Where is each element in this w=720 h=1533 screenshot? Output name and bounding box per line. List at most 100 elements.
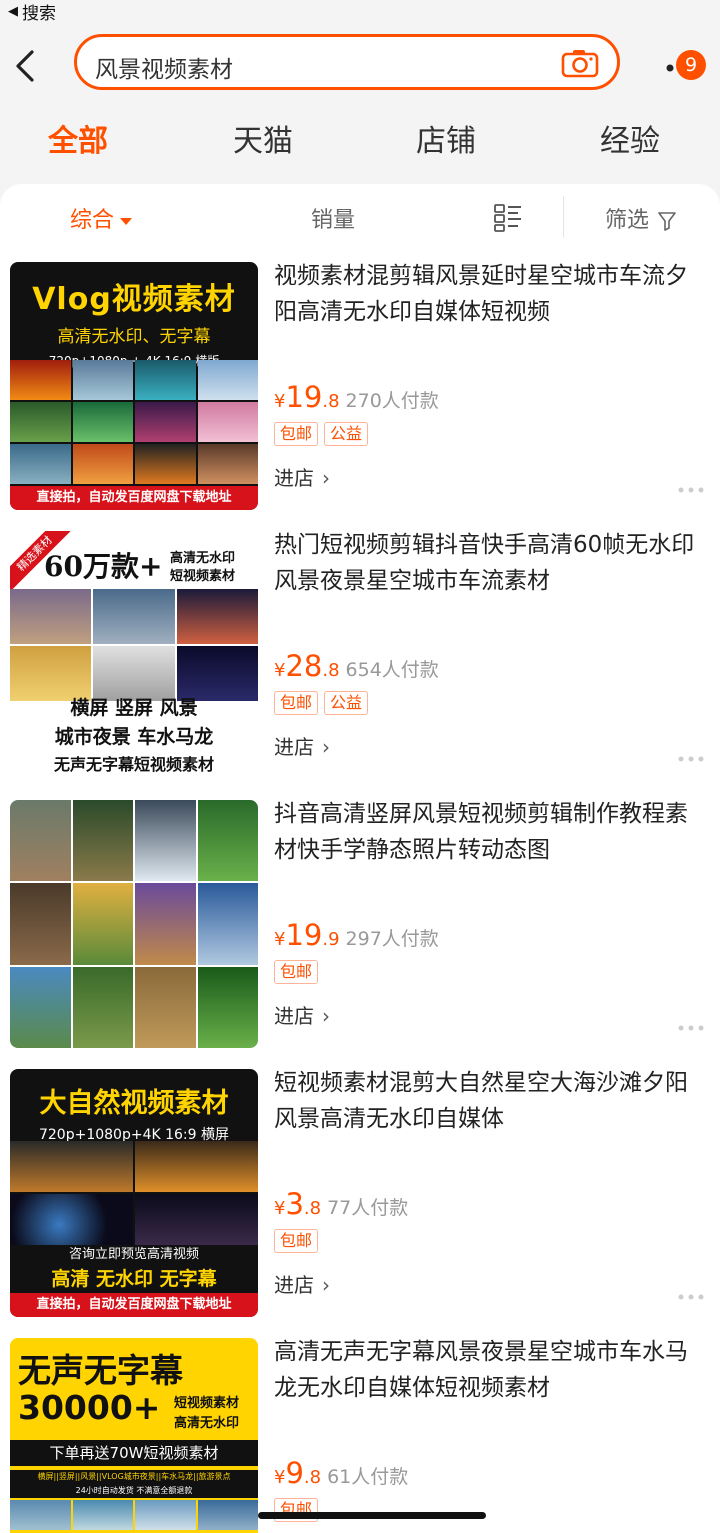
product-card[interactable]: 精选素材 60万款+ 高清无水印 短视频素材 横屏 竖屏 风景 城市夜景 车水马… bbox=[0, 519, 720, 788]
enter-store-label: 进店 bbox=[274, 1273, 314, 1297]
more-options-icon[interactable] bbox=[678, 478, 704, 493]
thumb-photo-grid bbox=[10, 360, 258, 484]
product-card[interactable]: 抖音高清竖屏风景短视频剪辑制作教程素材快手学静态照片转动态图 ¥19.9 297人… bbox=[0, 788, 720, 1057]
product-card[interactable]: Vlog视频素材 高清无水印、无字幕 720p+1080p + 4K 16:9 … bbox=[0, 250, 720, 519]
sort-comprehensive-label: 综合 bbox=[70, 208, 115, 233]
back-to-app-link[interactable]: ◀ 搜索 bbox=[8, 0, 56, 24]
price-integer: 19 bbox=[285, 380, 323, 414]
product-title[interactable]: 热门短视频剪辑抖音快手高清60帧无水印风景夜景星空城市车流素材 bbox=[274, 527, 704, 599]
product-title[interactable]: 高清无声无字幕风景夜景星空城市车水马龙无水印自媒体短视频素材 bbox=[274, 1334, 704, 1406]
product-card[interactable]: 大自然视频素材 720p+1080p+4K 16:9 横屏 咨询立即预览高清视频… bbox=[0, 1057, 720, 1326]
thumb-number: 30000+ bbox=[18, 1388, 161, 1427]
filter-funnel-icon bbox=[658, 212, 676, 231]
more-options-icon[interactable] bbox=[678, 1016, 704, 1031]
filter-label: 筛选 bbox=[605, 208, 650, 233]
thumb-subtitle: 高清无水印、无字幕 bbox=[57, 327, 211, 347]
tab-experience[interactable]: 经验 bbox=[600, 116, 660, 160]
thumb-line-3: 无声无字幕短视频素材 bbox=[53, 755, 214, 774]
list-layout-icon[interactable] bbox=[494, 204, 522, 232]
product-title[interactable]: 短视频素材混剪大自然星空大海沙滩夕阳风景高清无水印自媒体 bbox=[274, 1065, 704, 1137]
price-integer: 19 bbox=[285, 918, 323, 952]
tag-free-shipping: 包邮 bbox=[274, 691, 319, 715]
product-title[interactable]: 抖音高清竖屏风景短视频剪辑制作教程素材快手学静态照片转动态图 bbox=[274, 796, 704, 868]
chevron-right-icon: › bbox=[322, 1004, 330, 1028]
product-tags: 包邮 公益 bbox=[274, 691, 369, 715]
product-tags: 包邮 bbox=[274, 1229, 319, 1253]
product-thumbnail[interactable]: 精选素材 60万款+ 高清无水印 短视频素材 横屏 竖屏 风景 城市夜景 车水马… bbox=[10, 531, 258, 779]
search-query-text: 风景视频素材 bbox=[95, 57, 233, 83]
currency-symbol: ¥ bbox=[274, 660, 286, 681]
search-input[interactable]: 风景视频素材 bbox=[74, 34, 620, 90]
enter-store-link[interactable]: 进店 › bbox=[274, 1269, 330, 1298]
chevron-right-icon: › bbox=[322, 1273, 330, 1297]
more-options-icon[interactable] bbox=[678, 1285, 704, 1300]
enter-store-link[interactable]: 进店 › bbox=[274, 462, 330, 491]
enter-store-label: 进店 bbox=[274, 1004, 314, 1028]
product-thumbnail[interactable]: 无声无字幕 30000+ 短视频素材 高清无水印 下单再送70W短视频素材 横屏… bbox=[10, 1338, 258, 1533]
sales-count: 654人付款 bbox=[345, 659, 439, 681]
sortbar-divider bbox=[563, 196, 564, 238]
thumb-header: Vlog视频素材 高清无水印、无字幕 720p+1080p + 4K 16:9 … bbox=[10, 274, 258, 369]
thumb-small-text-2: 24小时自动发货 不满意全额退款 bbox=[10, 1484, 258, 1498]
tab-tmall[interactable]: 天猫 bbox=[233, 116, 293, 160]
thumb-footer: 横屏 竖屏 风景 城市夜景 车水马龙 无声无字幕短视频素材 bbox=[10, 693, 258, 775]
tag-free-shipping: 包邮 bbox=[274, 1229, 319, 1253]
price-row: ¥3.8 77人付款 bbox=[274, 1187, 408, 1221]
thumb-title: Vlog视频素材 bbox=[32, 282, 236, 317]
thumb-side-text-1: 短视频素材 bbox=[174, 1396, 240, 1411]
currency-symbol: ¥ bbox=[274, 929, 286, 950]
tag-free-shipping: 包邮 bbox=[274, 422, 319, 446]
currency-symbol: ¥ bbox=[274, 1467, 286, 1488]
enter-store-label: 进店 bbox=[274, 735, 314, 759]
product-thumbnail[interactable] bbox=[10, 800, 258, 1048]
notification-badge: 9 bbox=[676, 50, 706, 80]
price-row: ¥9.8 61人付款 bbox=[274, 1456, 408, 1490]
product-tags: 包邮 公益 bbox=[274, 422, 369, 446]
thumb-header: 大自然视频素材 720p+1080p+4K 16:9 横屏 bbox=[10, 1081, 258, 1144]
thumb-photo-grid bbox=[10, 1141, 258, 1245]
sales-count: 297人付款 bbox=[345, 928, 439, 950]
caret-down-icon bbox=[120, 217, 133, 225]
back-triangle-icon: ◀ bbox=[8, 3, 18, 19]
price-integer: 28 bbox=[285, 649, 323, 683]
enter-store-link[interactable]: 进店 › bbox=[274, 1000, 330, 1029]
product-card[interactable]: 无声无字幕 30000+ 短视频素材 高清无水印 下单再送70W短视频素材 横屏… bbox=[0, 1326, 720, 1533]
filter-button[interactable]: 筛选 bbox=[605, 202, 676, 234]
price-decimal: .8 bbox=[303, 1467, 322, 1488]
result-tabs: 全部 天猫 店铺 经验 bbox=[0, 110, 720, 170]
product-thumbnail[interactable]: 大自然视频素材 720p+1080p+4K 16:9 横屏 咨询立即预览高清视频… bbox=[10, 1069, 258, 1317]
price-row: ¥28.8 654人付款 bbox=[274, 649, 439, 683]
thumb-photo-grid bbox=[10, 1500, 258, 1530]
tab-all[interactable]: 全部 bbox=[48, 116, 108, 160]
sales-count: 61人付款 bbox=[327, 1466, 409, 1488]
price-decimal: .9 bbox=[322, 929, 340, 950]
camera-icon[interactable] bbox=[561, 48, 599, 78]
home-indicator[interactable] bbox=[258, 1512, 486, 1519]
search-header: 风景视频素材 9 bbox=[0, 22, 720, 110]
thumb-photo-grid bbox=[10, 800, 258, 1048]
price-decimal: .8 bbox=[322, 391, 340, 412]
thumb-big-text: 60万款+ bbox=[44, 550, 163, 583]
back-app-label: 搜索 bbox=[22, 3, 56, 24]
price-integer: 9 bbox=[285, 1456, 304, 1490]
tag-free-shipping: 包邮 bbox=[274, 960, 319, 984]
product-tags: 包邮 bbox=[274, 960, 319, 984]
sales-count: 270人付款 bbox=[345, 390, 439, 412]
enter-store-link[interactable]: 进店 › bbox=[274, 731, 330, 760]
sort-comprehensive[interactable]: 综合 bbox=[70, 202, 133, 234]
thumb-title: 大自然视频素材 bbox=[39, 1088, 229, 1119]
sort-sales[interactable]: 销量 bbox=[311, 202, 355, 234]
tab-shops[interactable]: 店铺 bbox=[416, 116, 476, 160]
back-arrow-icon[interactable] bbox=[10, 48, 40, 84]
product-thumbnail[interactable]: Vlog视频素材 高清无水印、无字幕 720p+1080p + 4K 16:9 … bbox=[10, 262, 258, 510]
thumb-side-text-2: 短视频素材 bbox=[170, 569, 236, 584]
chevron-right-icon: › bbox=[322, 466, 330, 490]
price-decimal: .8 bbox=[322, 660, 340, 681]
currency-symbol: ¥ bbox=[274, 391, 286, 412]
enter-store-label: 进店 bbox=[274, 466, 314, 490]
thumb-line-3: 咨询立即预览高清视频 bbox=[68, 1247, 199, 1262]
more-options-icon[interactable] bbox=[678, 747, 704, 762]
product-title[interactable]: 视频素材混剪辑风景延时星空城市车流夕阳高清无水印自媒体短视频 bbox=[274, 258, 704, 330]
thumb-small-text: 横屏||竖屏||风景||VLOG城市夜景||车水马龙||旅游景点 bbox=[10, 1470, 258, 1484]
price-row: ¥19.9 297人付款 bbox=[274, 918, 439, 952]
